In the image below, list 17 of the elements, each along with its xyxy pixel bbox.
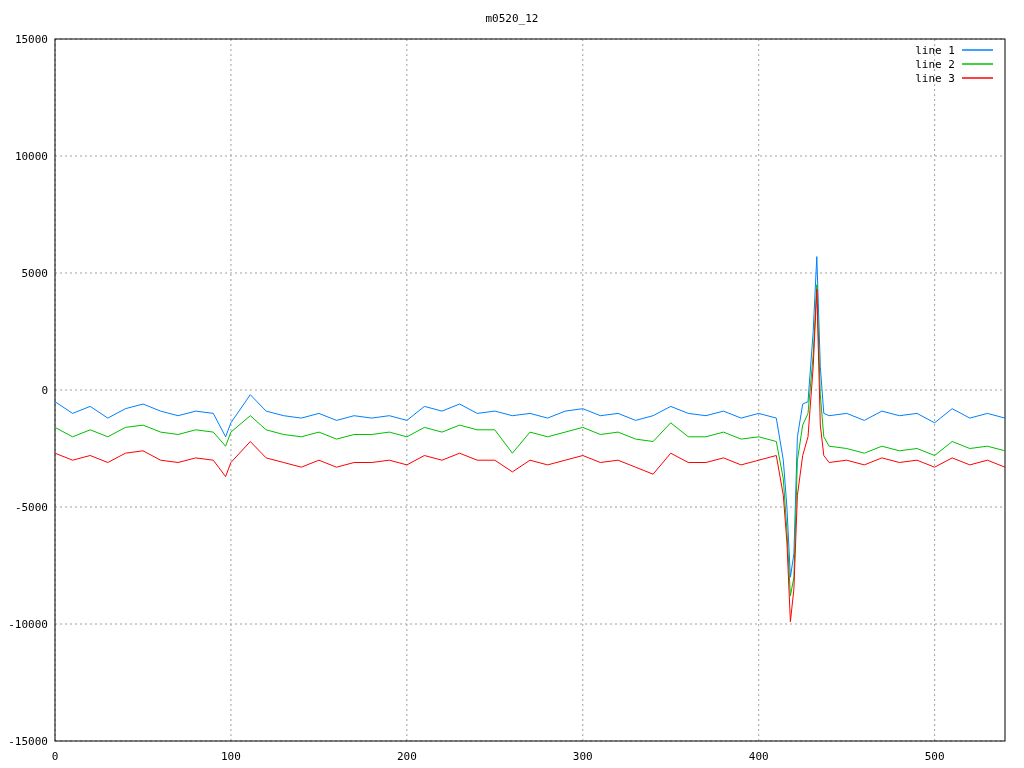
legend-label: line 3 bbox=[915, 72, 955, 85]
tick-label: 100 bbox=[221, 750, 241, 763]
tick-label: -5000 bbox=[14, 501, 48, 514]
tick-label: 200 bbox=[396, 750, 417, 763]
tick-label: 500 bbox=[924, 750, 945, 763]
tick-label: 0 bbox=[41, 384, 48, 397]
tick-label: 5000 bbox=[21, 267, 48, 280]
tick-label: 300 bbox=[572, 750, 593, 763]
tick-label: 400 bbox=[748, 750, 769, 763]
legend-label: line 2 bbox=[915, 58, 955, 71]
legend-label: line 1 bbox=[915, 44, 955, 57]
chart-title: m0520_12 bbox=[485, 12, 539, 25]
tick-label: 10000 bbox=[14, 150, 48, 163]
tick-label: -10000 bbox=[8, 618, 48, 631]
tick-label: -15000 bbox=[8, 735, 48, 748]
tick-label: 0 bbox=[51, 750, 59, 763]
tick-label: 15000 bbox=[14, 33, 48, 46]
